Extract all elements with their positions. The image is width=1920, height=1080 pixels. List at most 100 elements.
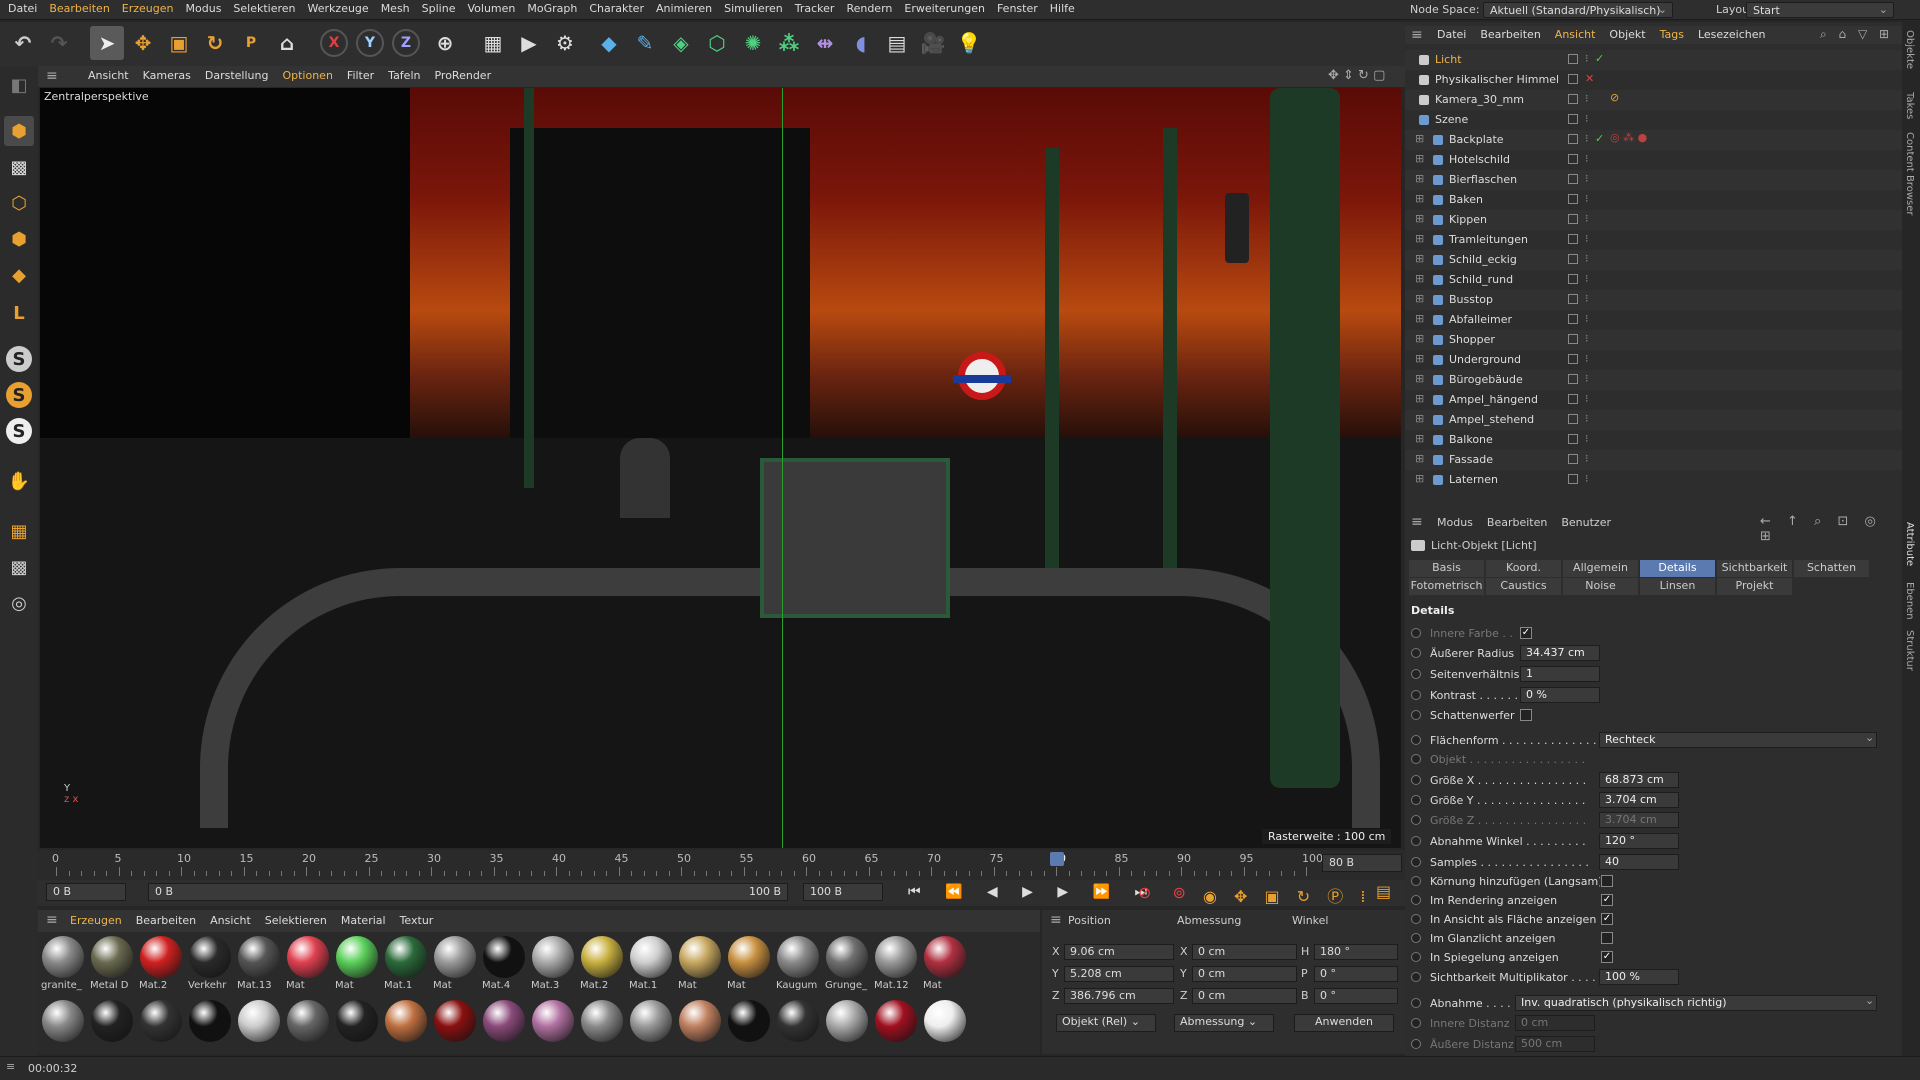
animate-icon[interactable] [1411, 895, 1421, 905]
enable-check-icon[interactable]: ⁝ [1585, 452, 1589, 465]
coordinate-mode-dropdown[interactable]: Objekt (Rel) ⌄ [1056, 1014, 1156, 1032]
visibility-toggle-icon[interactable] [1568, 94, 1578, 104]
angle-field[interactable]: 0 ° [1314, 966, 1398, 982]
animate-icon[interactable] [1411, 933, 1421, 943]
size-field[interactable]: 0 cm [1192, 988, 1297, 1004]
attribute-value-field[interactable]: 0 cm [1515, 1015, 1595, 1031]
mograph-cloner-icon[interactable]: ✺ [736, 26, 770, 60]
render-settings-icon[interactable]: ⚙ [548, 26, 582, 60]
material-swatch[interactable] [924, 1000, 966, 1042]
visibility-toggle-icon[interactable] [1568, 454, 1578, 464]
object-row[interactable]: ⊞ Underground ⁝ [1405, 350, 1902, 370]
angle-field[interactable]: 0 ° [1314, 988, 1398, 1004]
material-swatch[interactable] [728, 1000, 770, 1042]
material-swatch[interactable] [91, 1000, 133, 1042]
attribute-checkbox[interactable]: ✓ [1601, 894, 1613, 906]
expand-icon[interactable]: ⊞ [1415, 132, 1424, 145]
tab-takes[interactable]: Takes [1904, 92, 1915, 119]
material-swatch[interactable] [42, 1000, 84, 1042]
animate-icon[interactable] [1411, 952, 1421, 962]
viewport-menu-optionen[interactable]: Optionen [282, 69, 332, 82]
material-menu-bearbeiten[interactable]: Bearbeiten [136, 914, 196, 927]
object-row[interactable]: ⊞ Busstop ⁝ [1405, 290, 1902, 310]
status-menu-icon[interactable]: ≡ [6, 1060, 15, 1073]
om-menu-objekt[interactable]: Objekt [1609, 28, 1645, 41]
attr-menu-benutzer[interactable]: Benutzer [1561, 516, 1611, 529]
camera-tag-icon[interactable]: ⊘ [1610, 91, 1619, 104]
visibility-toggle-icon[interactable] [1568, 54, 1578, 64]
menu-datei[interactable]: Datei [8, 2, 37, 15]
animate-icon[interactable] [1411, 754, 1421, 764]
enable-check-icon[interactable]: ⁝ [1585, 372, 1589, 385]
attr-hamburger-icon[interactable]: ≡ [1411, 514, 1423, 530]
material-swatch[interactable] [875, 936, 917, 978]
position-field[interactable]: 386.796 cm [1064, 988, 1174, 1004]
field-icon[interactable]: ◖ [844, 26, 878, 60]
tab-attribute[interactable]: Attribute [1904, 522, 1915, 566]
area-shape-dropdown[interactable]: Rechteck [1599, 732, 1877, 748]
material-swatch[interactable] [581, 936, 623, 978]
expand-icon[interactable]: ⊞ [1415, 272, 1424, 285]
extrude-generator-icon[interactable]: ⬡ [700, 26, 734, 60]
render-view-icon[interactable]: ▦ [476, 26, 510, 60]
attribute-value-field[interactable]: 34.437 cm [1520, 645, 1600, 661]
menu-werkzeuge[interactable]: Werkzeuge [308, 2, 369, 15]
material-swatch[interactable] [483, 936, 525, 978]
axis-mode-icon[interactable]: L [4, 298, 34, 328]
menu-selektieren[interactable]: Selektieren [233, 2, 295, 15]
material-menu-selektieren[interactable]: Selektieren [265, 914, 327, 927]
polygons-mode-icon[interactable]: ◆ [4, 260, 34, 290]
visibility-toggle-icon[interactable] [1568, 434, 1578, 444]
object-row[interactable]: ⊞ Bierflaschen ⁝ [1405, 170, 1902, 190]
tab-struktur[interactable]: Struktur [1904, 630, 1915, 671]
snap-settings-icon[interactable]: S [6, 382, 32, 408]
material-menu-textur[interactable]: Textur [400, 914, 434, 927]
object-row[interactable]: ⊞ Backplate ⁝ ✓ ◎ ⁂ ● [1405, 130, 1902, 150]
attr-menu-modus[interactable]: Modus [1437, 516, 1473, 529]
array-generator-icon[interactable]: ⁂ [772, 26, 806, 60]
enable-check-icon[interactable]: ⁝ [1585, 232, 1589, 245]
visibility-toggle-icon[interactable] [1568, 374, 1578, 384]
menu-animieren[interactable]: Animieren [656, 2, 712, 15]
animate-icon[interactable] [1411, 735, 1421, 745]
texture-mode-icon[interactable]: ▩ [4, 152, 34, 182]
timeline-playhead[interactable] [1050, 852, 1064, 866]
menu-charakter[interactable]: Charakter [589, 2, 644, 15]
object-row[interactable]: ⊞ Shopper ⁝ [1405, 330, 1902, 350]
visibility-toggle-icon[interactable] [1568, 254, 1578, 264]
material-swatch[interactable] [287, 936, 329, 978]
enable-check-icon[interactable]: ⁝ [1585, 132, 1589, 145]
expand-icon[interactable]: ⊞ [1415, 252, 1424, 265]
menu-spline[interactable]: Spline [422, 2, 456, 15]
make-editable-icon[interactable]: ◧ [4, 70, 34, 100]
menu-erweiterungen[interactable]: Erweiterungen [904, 2, 985, 15]
locked-workplane-icon[interactable]: ▩ [4, 552, 34, 582]
select-tool-icon[interactable]: ➤ [90, 26, 124, 60]
material-swatch[interactable] [336, 1000, 378, 1042]
object-row[interactable]: Szene ⁝ [1405, 110, 1902, 130]
key-filter-icons[interactable]: ◉ ✥ ▣ ↻ Ⓟ ⁞ [1203, 883, 1371, 907]
expand-icon[interactable]: ⊞ [1415, 172, 1424, 185]
rotate-tool-icon[interactable]: ↻ [198, 26, 232, 60]
object-row[interactable]: ⊞ Schild_eckig ⁝ [1405, 250, 1902, 270]
workplane-snap-icon[interactable]: S [6, 418, 32, 444]
viewport-navigation-icons[interactable]: ✥ ⇕ ↻ ▢ [1328, 68, 1385, 83]
material-swatch[interactable] [777, 936, 819, 978]
material-swatch[interactable] [483, 1000, 525, 1042]
start-frame-field[interactable]: 0 B [46, 883, 126, 901]
material-swatch[interactable] [385, 1000, 427, 1042]
menu-erzeugen[interactable]: Erzeugen [122, 2, 174, 15]
animate-icon[interactable] [1411, 876, 1421, 886]
attribute-checkbox[interactable]: ✓ [1601, 913, 1613, 925]
tab-linsen[interactable]: Linsen [1640, 578, 1715, 595]
expand-icon[interactable]: ⊞ [1415, 472, 1424, 485]
enable-check-icon[interactable]: ⁝ [1585, 172, 1589, 185]
expand-icon[interactable]: ⊞ [1415, 292, 1424, 305]
visibility-toggle-icon[interactable] [1568, 234, 1578, 244]
visibility-toggle-icon[interactable] [1568, 394, 1578, 404]
attribute-checkbox[interactable]: ✓ [1601, 951, 1613, 963]
expand-icon[interactable]: ⊞ [1415, 212, 1424, 225]
material-swatch[interactable] [875, 1000, 917, 1042]
viewport-menu-ansicht[interactable]: Ansicht [88, 69, 129, 82]
object-row[interactable]: ⊞ Baken ⁝ [1405, 190, 1902, 210]
